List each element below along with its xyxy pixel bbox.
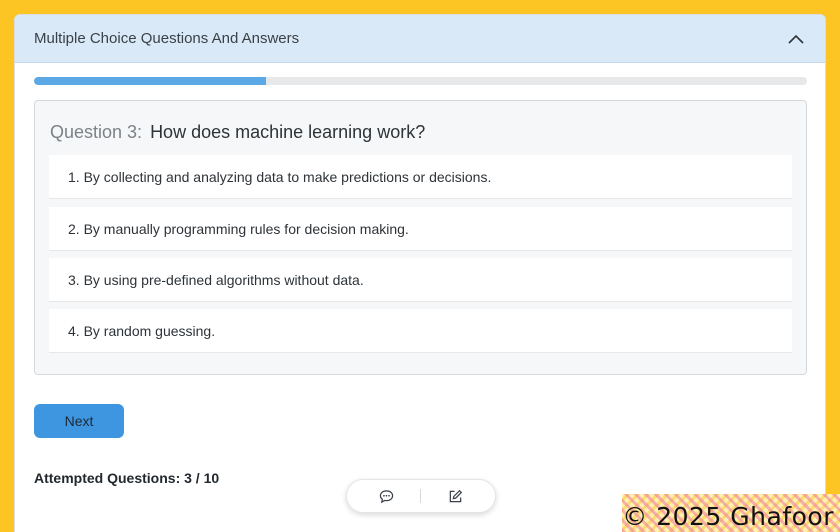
next-button[interactable]: Next — [34, 404, 124, 438]
attempted-count: Attempted Questions: 3 / 10 — [34, 470, 220, 486]
chevron-up-icon[interactable] — [787, 30, 805, 48]
chat-icon[interactable] — [378, 488, 394, 504]
accordion-header[interactable]: Multiple Choice Questions And Answers — [15, 15, 825, 63]
question-text: How does machine learning work? — [150, 122, 426, 142]
quiz-card: Multiple Choice Questions And Answers Qu… — [14, 14, 826, 532]
progress-bar — [34, 77, 807, 85]
question-heading: Question 3: How does machine learning wor… — [50, 122, 425, 143]
answer-option-4[interactable]: 4. By random guessing. — [49, 309, 792, 353]
copyright-watermark: © 2025 Ghafoor — [622, 494, 840, 532]
floating-toolbar — [346, 479, 496, 513]
watermark-text: © 2025 Ghafoor — [622, 502, 834, 531]
toolbar-divider — [420, 489, 422, 503]
answer-option-3[interactable]: 3. By using pre-defined algorithms witho… — [49, 258, 792, 302]
edit-icon[interactable] — [448, 488, 464, 504]
question-number: Question 3: — [50, 122, 143, 142]
answer-option-2[interactable]: 2. By manually programming rules for dec… — [49, 207, 792, 251]
question-panel: Question 3: How does machine learning wor… — [34, 100, 807, 375]
accordion-title: Multiple Choice Questions And Answers — [34, 30, 300, 47]
answer-option-1[interactable]: 1. By collecting and analyzing data to m… — [49, 155, 792, 199]
progress-fill — [34, 77, 266, 85]
